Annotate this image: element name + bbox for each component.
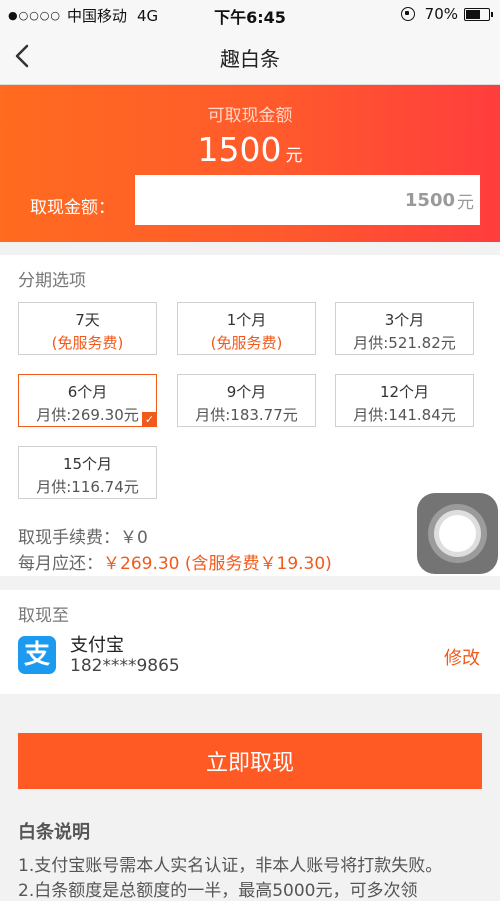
option-name: 6个月	[67, 383, 108, 401]
option-subtitle: 月供:521.82元	[353, 334, 456, 352]
option-name: 12个月	[379, 383, 430, 401]
note-item: 1.支付宝账号需本人实名认证，非本人账号将打款失败。	[18, 856, 443, 876]
available-amount-label: 可取现金额	[207, 106, 293, 126]
payment-account-number: 182****9865	[70, 656, 180, 676]
orientation-lock-icon	[400, 7, 415, 21]
available-amount-unit: 元	[285, 146, 303, 166]
option-9-months[interactable]: 9个月 月供:183.77元	[177, 374, 316, 427]
installment-title: 分期选项	[18, 271, 86, 291]
withdraw-fee: 取现手续费：￥0	[18, 523, 148, 548]
option-15-months[interactable]: 15个月 月供:116.74元	[18, 446, 157, 499]
available-amount: 1500 元	[0, 130, 500, 169]
monthly-repayment-value: ￥269.30 (含服务费￥19.30)	[103, 554, 332, 574]
option-name: 1个月	[226, 311, 267, 329]
option-name: 15个月	[62, 455, 113, 473]
option-subtitle: (免服务费)	[51, 334, 124, 352]
withdraw-amount-label: 取现金额：	[30, 198, 115, 218]
destination-title: 取现至	[18, 606, 69, 626]
withdraw-amount-unit: 元	[457, 192, 474, 213]
selected-check-icon: ✓	[142, 412, 157, 427]
payment-account-name: 支付宝	[70, 635, 124, 656]
withdraw-destination: 取现至 支 支付宝 182****9865 修改	[0, 590, 500, 694]
option-6-months[interactable]: 6个月 月供:269.30元 ✓	[18, 374, 157, 427]
status-bar: ●○○○○ 中国移动 4G 下午6:45 70%	[0, 0, 500, 28]
option-subtitle: 月供:183.77元	[195, 406, 298, 424]
option-name: 9个月	[226, 383, 267, 401]
option-subtitle: 月供:141.84元	[353, 406, 456, 424]
option-name: 3个月	[384, 311, 425, 329]
option-subtitle: 月供:269.30元	[36, 406, 139, 424]
available-amount-panel: 可取现金额 1500 元 取现金额： 1500 元	[0, 85, 500, 242]
monthly-repayment-label: 每月应还：	[18, 554, 103, 574]
withdraw-fee-value: ￥0	[120, 528, 148, 548]
option-7-days[interactable]: 7天 (免服务费)	[18, 302, 157, 355]
modify-account-link[interactable]: 修改	[444, 644, 480, 670]
withdraw-amount-value: 1500	[404, 189, 455, 211]
withdraw-amount-input[interactable]: 1500 元	[135, 175, 480, 225]
option-1-month[interactable]: 1个月 (免服务费)	[177, 302, 316, 355]
available-amount-value: 1500	[197, 130, 282, 169]
withdraw-fee-label: 取现手续费：	[18, 528, 120, 548]
option-subtitle: (免服务费)	[210, 334, 283, 352]
option-name: 7天	[75, 311, 100, 329]
nav-bar: 趣白条	[0, 28, 500, 85]
battery-percent: 70%	[424, 5, 458, 23]
note-item: 2.白条额度是总额度的一半，最高5000元，可多次领	[18, 881, 418, 901]
alipay-icon: 支	[18, 636, 56, 674]
option-12-months[interactable]: 12个月 月供:141.84元	[335, 374, 474, 427]
battery-icon	[464, 7, 493, 21]
withdraw-now-button[interactable]: 立即取现	[18, 733, 482, 789]
assistive-touch-button[interactable]	[417, 493, 498, 574]
option-subtitle: 月供:116.74元	[36, 478, 139, 496]
page-title: 趣白条	[220, 47, 280, 71]
monthly-repayment: 每月应还：￥269.30 (含服务费￥19.30)	[18, 549, 332, 574]
option-3-months[interactable]: 3个月 月供:521.82元	[335, 302, 474, 355]
notes-title: 白条说明	[18, 822, 90, 843]
